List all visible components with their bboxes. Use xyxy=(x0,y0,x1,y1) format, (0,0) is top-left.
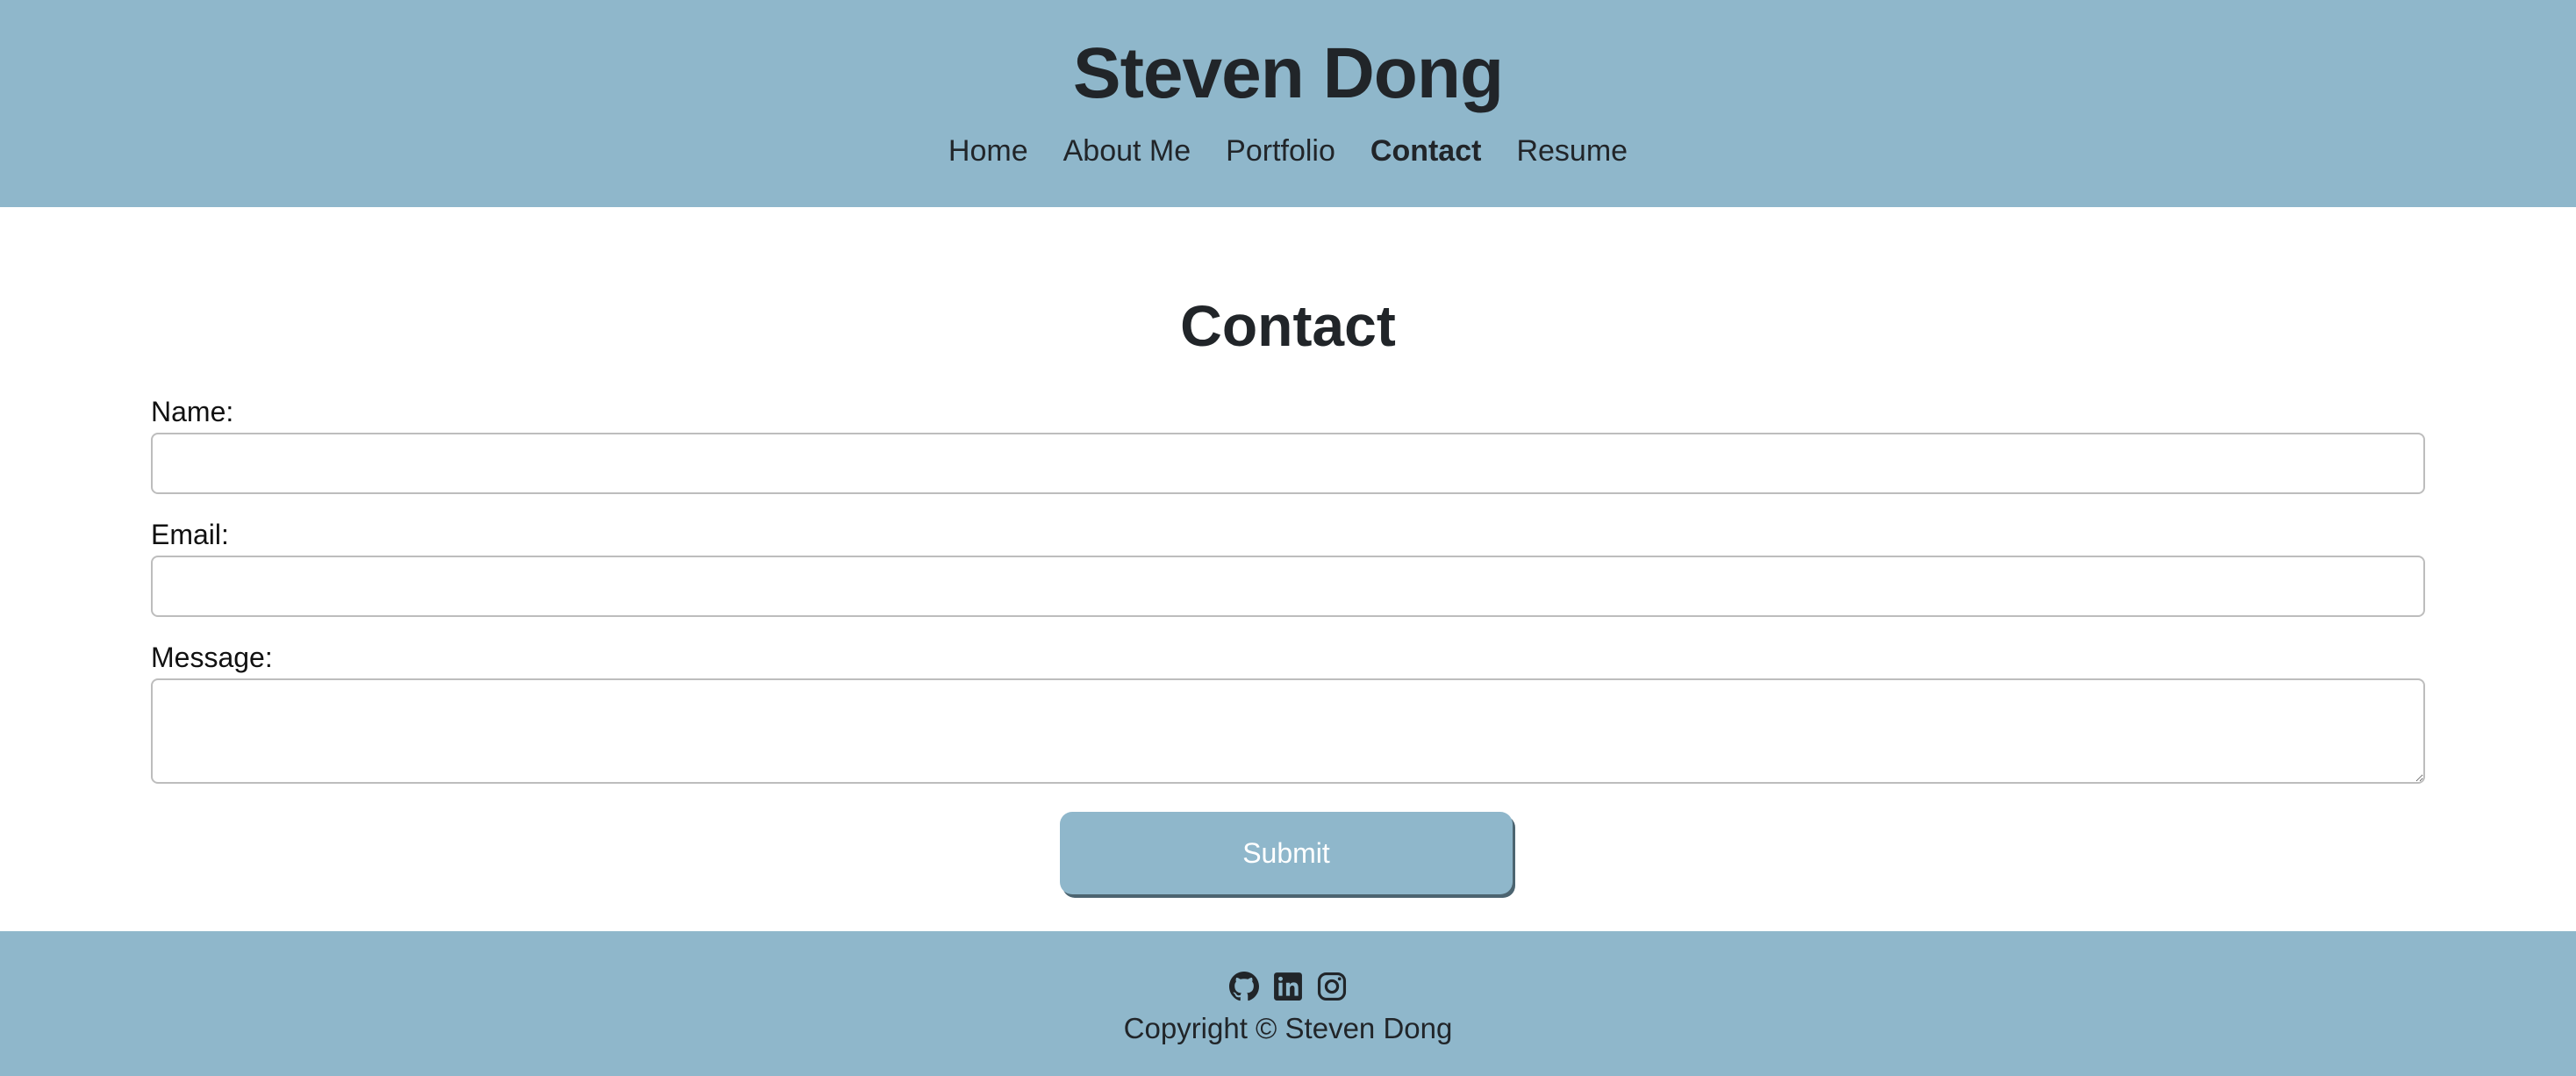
github-icon[interactable] xyxy=(1229,972,1259,1001)
submit-button[interactable]: Submit xyxy=(1060,812,1513,894)
page-title: Contact xyxy=(1180,293,1396,358)
linkedin-icon[interactable] xyxy=(1273,972,1303,1001)
site-title: Steven Dong xyxy=(1072,33,1504,113)
site-header: Steven Dong Home About Me Portfolio Cont… xyxy=(0,0,2576,207)
instagram-icon[interactable] xyxy=(1317,972,1347,1001)
email-field[interactable] xyxy=(151,556,2425,617)
site-footer: Copyright © Steven Dong xyxy=(0,931,2576,1076)
message-label: Message: xyxy=(151,642,273,673)
nav-resume[interactable]: Resume xyxy=(1516,130,1628,172)
nav-contact[interactable]: Contact xyxy=(1370,130,1482,172)
social-links xyxy=(0,972,2576,1001)
nav-home[interactable]: Home xyxy=(948,130,1028,172)
nav-about-me[interactable]: About Me xyxy=(1063,130,1191,172)
copyright-text: Copyright © Steven Dong xyxy=(1123,1012,1453,1044)
name-label: Name: xyxy=(151,396,234,427)
nav-portfolio[interactable]: Portfolio xyxy=(1226,130,1335,172)
main-nav: Home About Me Portfolio Contact Resume xyxy=(0,130,2576,172)
email-label: Email: xyxy=(151,519,229,550)
message-field[interactable] xyxy=(151,678,2425,784)
name-field[interactable] xyxy=(151,433,2425,494)
